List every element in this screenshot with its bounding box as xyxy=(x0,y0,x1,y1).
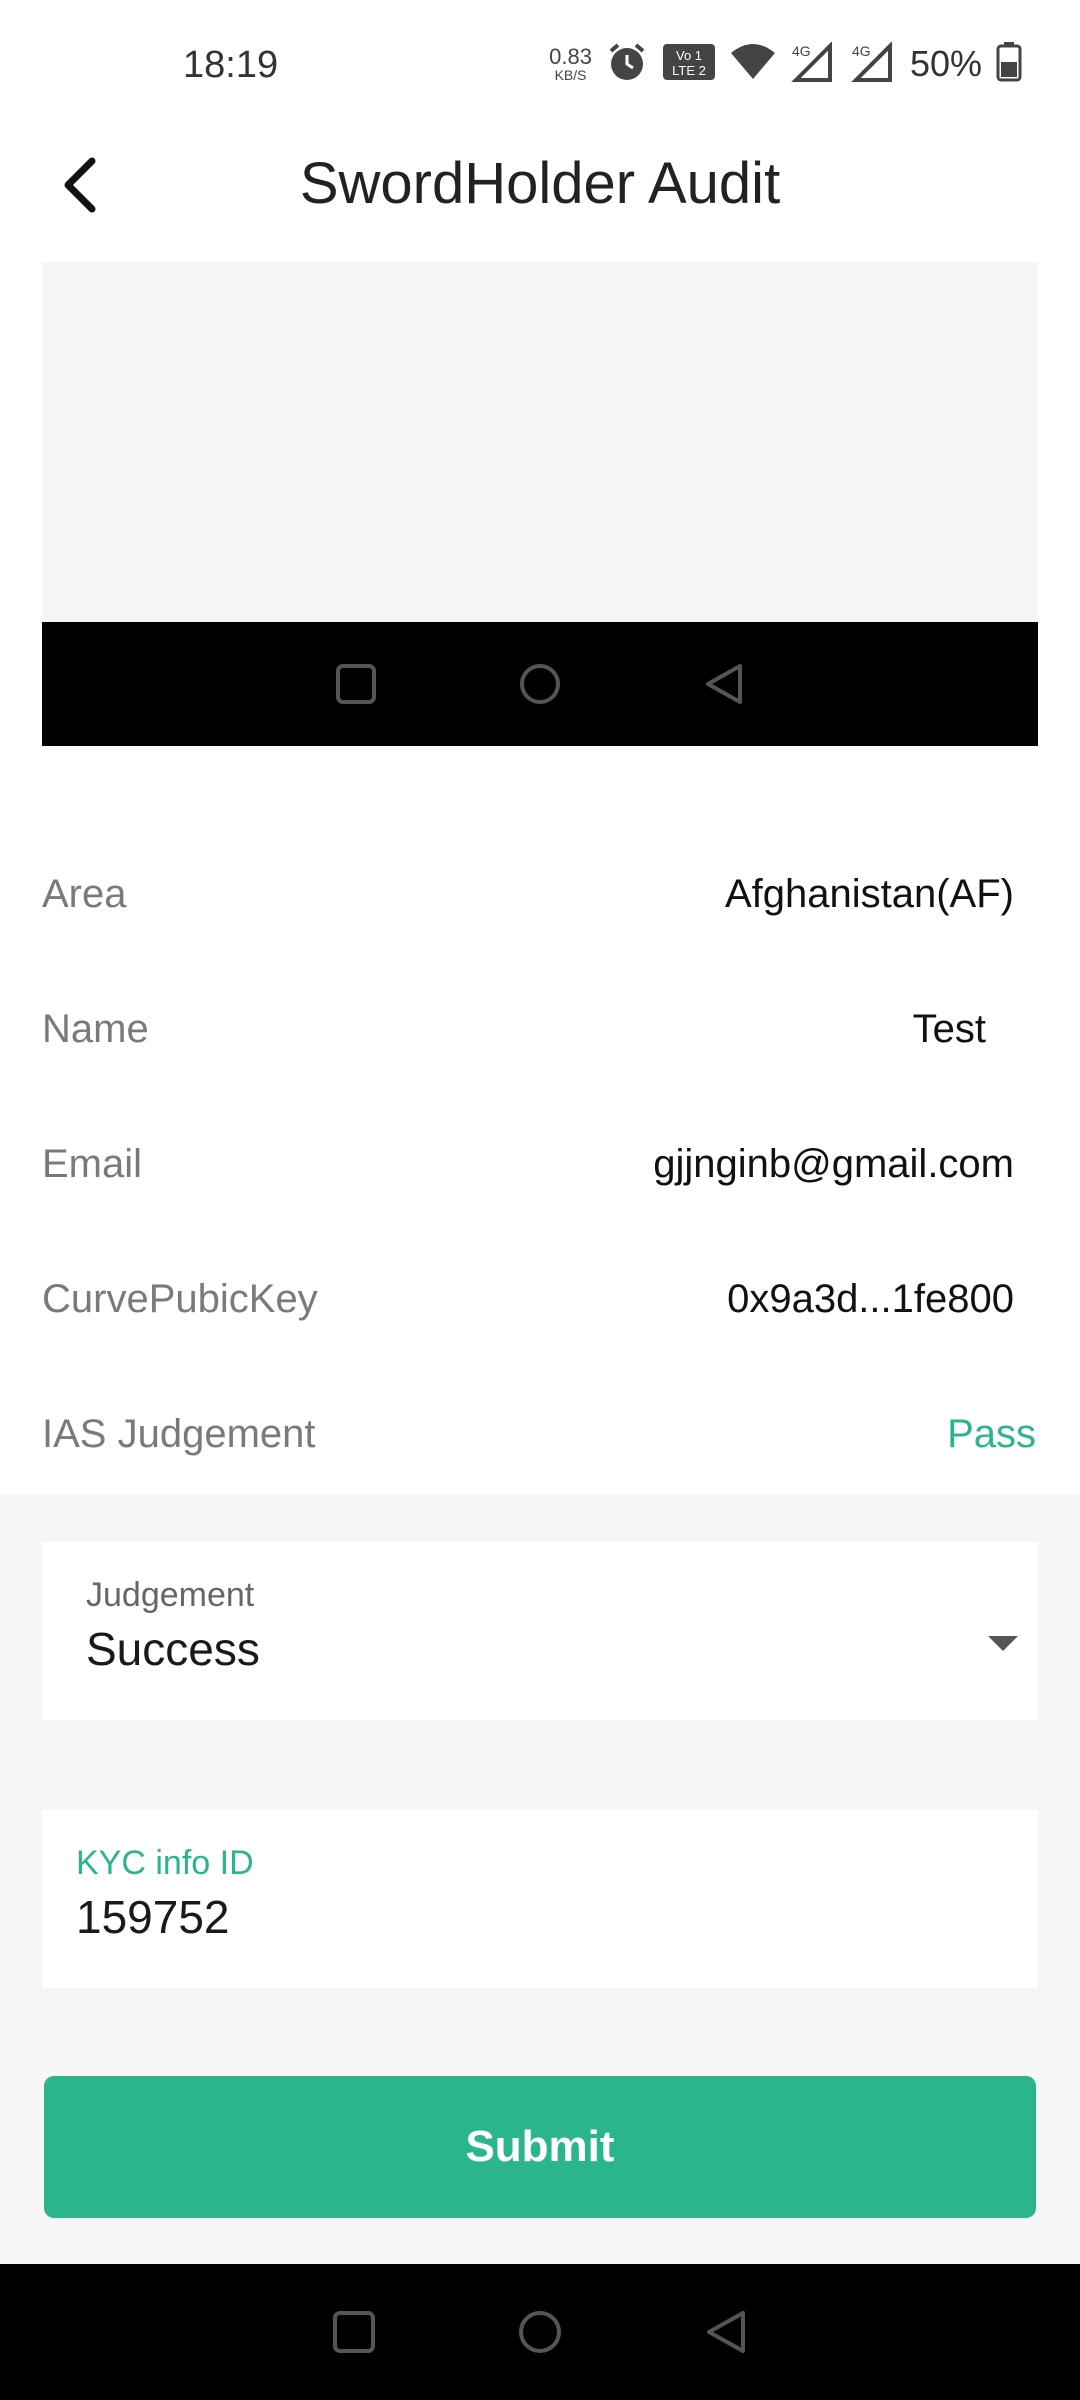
svg-text:LTE 2: LTE 2 xyxy=(672,63,706,78)
network-speed-unit: KB/S xyxy=(554,67,587,83)
info-row-ias-judgement: IAS Judgement Pass xyxy=(0,1368,1080,1503)
volte-icon: Vo 1 LTE 2 xyxy=(662,43,716,86)
signal-4g-icon: 4G xyxy=(790,40,836,87)
kyc-info-id-input[interactable] xyxy=(76,1890,976,1944)
area-value: Afghanistan(AF) xyxy=(724,872,1014,916)
judgement-selected-value: Success xyxy=(86,1623,260,1675)
status-icons: 0.83 KB/S Vo 1 LTE 2 4G 4G 50% xyxy=(549,40,1022,88)
battery-icon xyxy=(996,41,1022,87)
page-title: SwordHolder Audit xyxy=(299,151,781,216)
recents-square-icon[interactable] xyxy=(331,2309,377,2355)
dropdown-arrow-icon[interactable] xyxy=(988,1636,1018,1651)
battery-percent: 50% xyxy=(909,43,982,84)
system-nav-bar xyxy=(0,2264,1080,2400)
circle-icon xyxy=(520,664,560,704)
info-row-area: Area Afghanistan(AF) xyxy=(0,828,1080,963)
preview-nav-bar xyxy=(42,622,1038,746)
svg-text:4G: 4G xyxy=(792,43,811,59)
home-circle-icon[interactable] xyxy=(517,2309,563,2355)
info-row-curve-public-key: CurvePubicKey 0x9a3d...1fe800 xyxy=(0,1233,1080,1368)
submit-button[interactable]: Submit xyxy=(44,2076,1036,2218)
svg-text:4G: 4G xyxy=(852,43,871,59)
judgement-label: Judgement xyxy=(86,1576,255,1614)
area-label: Area xyxy=(42,872,127,916)
screen: 18:19 0.83 KB/S Vo 1 LTE 2 4G 4G 50% Swo… xyxy=(0,0,1080,2400)
ias-judgement-value: Pass xyxy=(947,1412,1036,1456)
status-bar: 18:19 0.83 KB/S Vo 1 LTE 2 4G 4G 50% xyxy=(0,0,1080,130)
app-header: SwordHolder Audit xyxy=(0,130,1080,240)
info-row-name: Name Test xyxy=(0,963,1080,1098)
signal-4g-icon: 4G xyxy=(850,40,896,87)
info-row-email: Email gjjnginb@gmail.com xyxy=(0,1098,1080,1233)
network-speed: 0.83 KB/S xyxy=(549,44,592,83)
triangle-back-icon xyxy=(706,664,742,704)
status-time: 18:19 xyxy=(183,44,279,86)
kyc-info-id-label: KYC info ID xyxy=(76,1844,254,1882)
square-icon xyxy=(336,664,376,704)
back-triangle-icon[interactable] xyxy=(703,2309,749,2355)
curve-public-key-label: CurvePubicKey xyxy=(42,1277,318,1321)
name-value: Test xyxy=(912,1007,986,1051)
svg-text:Vo 1: Vo 1 xyxy=(676,48,702,63)
kyc-info-id-field[interactable]: KYC info ID xyxy=(42,1810,1038,1988)
alarm-icon xyxy=(606,41,648,88)
email-label: Email xyxy=(42,1142,143,1186)
judgement-select[interactable]: Judgement Success xyxy=(42,1542,1038,1720)
ias-judgement-label: IAS Judgement xyxy=(42,1412,316,1456)
info-list: Area Afghanistan(AF) Name Test Email gjj… xyxy=(0,828,1080,1503)
email-value: gjjnginb@gmail.com xyxy=(653,1142,1014,1186)
name-label: Name xyxy=(42,1007,149,1051)
identity-image-preview[interactable] xyxy=(42,262,1038,746)
curve-public-key-value[interactable]: 0x9a3d...1fe800 xyxy=(727,1277,1014,1322)
wifi-icon xyxy=(730,43,776,86)
network-speed-value: 0.83 xyxy=(549,44,592,69)
